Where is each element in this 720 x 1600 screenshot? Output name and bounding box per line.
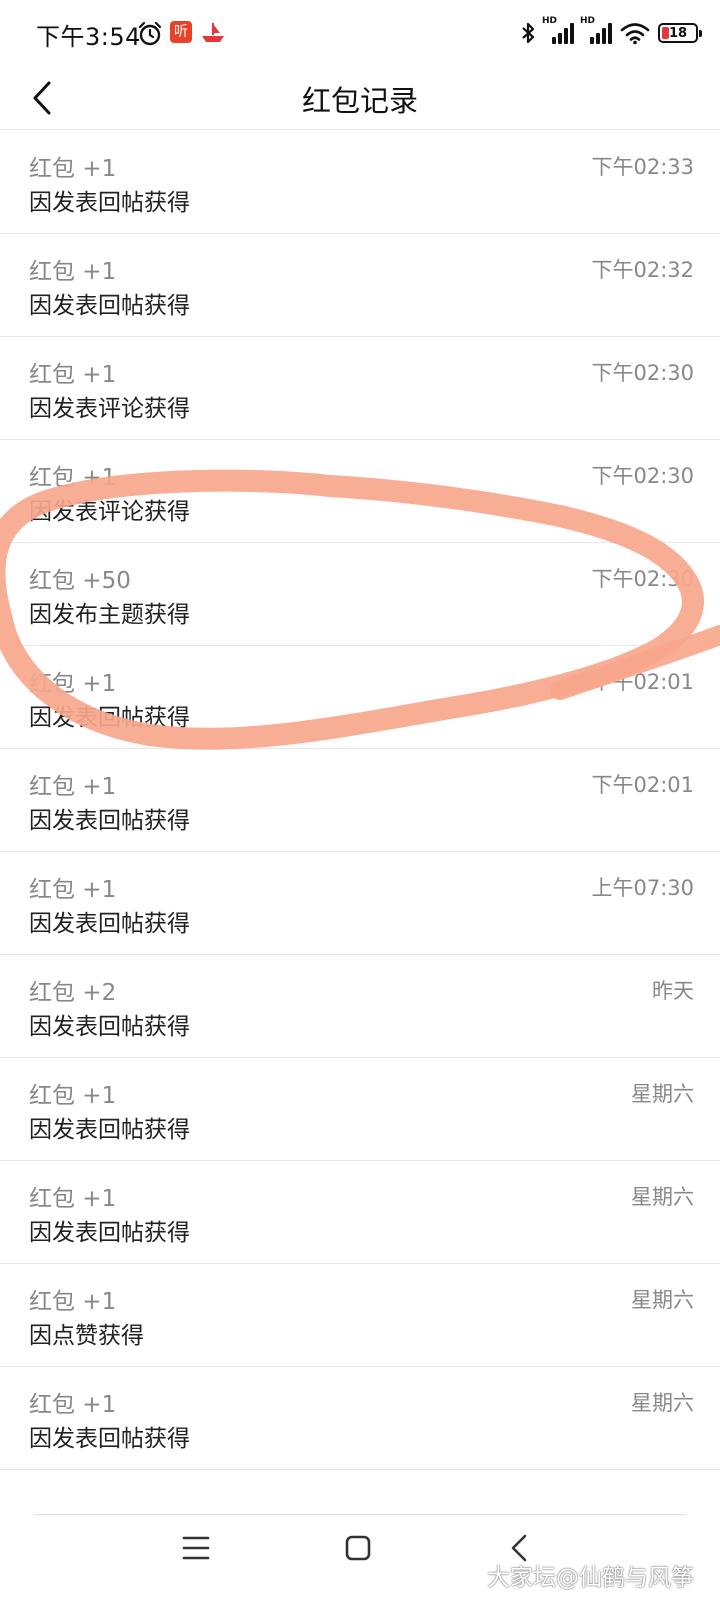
- record-reason: 因发布主题获得: [29, 602, 190, 628]
- record-amount: 红包 +50: [29, 568, 131, 594]
- bluetooth-icon: [522, 22, 535, 44]
- battery-level: 18: [668, 25, 688, 41]
- status-bar: 下午3:54 听 HD HD 18: [0, 0, 720, 66]
- record-amount: 红包 +1: [29, 1289, 117, 1315]
- record-time: 昨天: [652, 979, 694, 1003]
- alarm-clock-icon: [138, 21, 162, 46]
- record-time: 星期六: [631, 1082, 694, 1106]
- watermark: 大家坛@仙鹤与风筝: [487, 1565, 694, 1591]
- record-time: 下午02:30: [591, 567, 694, 591]
- record-reason: 因点赞获得: [29, 1323, 144, 1349]
- page-title: 红包记录: [301, 84, 418, 118]
- status-time: 下午3:54: [36, 23, 141, 51]
- wifi-icon: [620, 23, 650, 45]
- record-amount: 红包 +1: [29, 877, 117, 903]
- home-square-icon[interactable]: [338, 1528, 378, 1568]
- boat-app-icon: [202, 23, 224, 42]
- record-row: 红包 +1 因发表评论获得 下午02:30: [0, 337, 720, 440]
- record-amount: 红包 +1: [29, 465, 117, 491]
- record-row: 红包 +1 因发表回帖获得 下午02:01: [0, 646, 720, 749]
- record-row: 红包 +50 因发布主题获得 下午02:30: [0, 543, 720, 646]
- record-time: 下午02:33: [591, 155, 694, 179]
- record-amount: 红包 +2: [29, 980, 117, 1006]
- record-reason: 因发表回帖获得: [29, 1014, 190, 1040]
- record-reason: 因发表回帖获得: [29, 1426, 190, 1452]
- record-amount: 红包 +1: [29, 259, 117, 285]
- record-reason: 因发表回帖获得: [29, 1117, 190, 1143]
- record-time: 星期六: [631, 1288, 694, 1312]
- record-amount: 红包 +1: [29, 362, 117, 388]
- app-header: 红包记录: [0, 66, 720, 130]
- record-time: 星期六: [631, 1391, 694, 1415]
- signal-strength-1: HD: [542, 16, 574, 44]
- record-row: 红包 +1 因点赞获得 星期六: [0, 1264, 720, 1367]
- record-reason: 因发表回帖获得: [29, 190, 190, 216]
- record-time: 下午02:30: [591, 361, 694, 385]
- menu-icon[interactable]: [176, 1528, 216, 1568]
- record-row: 红包 +1 因发表回帖获得 下午02:01: [0, 749, 720, 852]
- record-row: 红包 +2 因发表回帖获得 昨天: [0, 955, 720, 1058]
- record-row: 红包 +1 因发表评论获得 下午02:30: [0, 440, 720, 543]
- screen: 下午3:54 听 HD HD 18 红包记录 红包 +1 因发表回帖获得 下午0…: [0, 0, 720, 1600]
- record-row: 红包 +1 因发表回帖获得 下午02:33: [0, 131, 720, 234]
- nav-divider: [34, 1514, 686, 1515]
- ting-app-icon: 听: [170, 21, 192, 43]
- record-reason: 因发表评论获得: [29, 396, 190, 422]
- red-packet-record-list: 红包 +1 因发表回帖获得 下午02:33 红包 +1 因发表回帖获得 下午02:32 红包…: [0, 131, 720, 1470]
- record-row: 红包 +1 因发表回帖获得 下午02:32: [0, 234, 720, 337]
- signal-strength-2: HD: [580, 16, 612, 44]
- record-row: 红包 +1 因发表回帖获得 上午07:30: [0, 852, 720, 955]
- record-reason: 因发表回帖获得: [29, 293, 190, 319]
- record-row: 红包 +1 因发表回帖获得 星期六: [0, 1161, 720, 1264]
- record-amount: 红包 +1: [29, 1083, 117, 1109]
- record-reason: 因发表回帖获得: [29, 911, 190, 937]
- record-reason: 因发表评论获得: [29, 499, 190, 525]
- status-indicators: HD HD 18: [520, 16, 702, 48]
- record-reason: 因发表回帖获得: [29, 1220, 190, 1246]
- record-time: 下午02:01: [591, 773, 694, 797]
- system-nav-bar: 大家坛@仙鹤与风筝: [0, 1480, 720, 1600]
- record-row: 红包 +1 因发表回帖获得 星期六: [0, 1058, 720, 1161]
- record-amount: 红包 +1: [29, 774, 117, 800]
- record-amount: 红包 +1: [29, 671, 117, 697]
- record-time: 下午02:32: [591, 258, 694, 282]
- record-amount: 红包 +1: [29, 1392, 117, 1418]
- battery-indicator: 18: [658, 23, 702, 43]
- record-time: 下午02:01: [591, 670, 694, 694]
- record-reason: 因发表回帖获得: [29, 705, 190, 731]
- record-time: 上午07:30: [591, 876, 694, 900]
- record-row: 红包 +1 因发表回帖获得 星期六: [0, 1367, 720, 1470]
- record-time: 星期六: [631, 1185, 694, 1209]
- record-amount: 红包 +1: [29, 156, 117, 182]
- record-reason: 因发表回帖获得: [29, 808, 190, 834]
- record-time: 下午02:30: [591, 464, 694, 488]
- record-amount: 红包 +1: [29, 1186, 117, 1212]
